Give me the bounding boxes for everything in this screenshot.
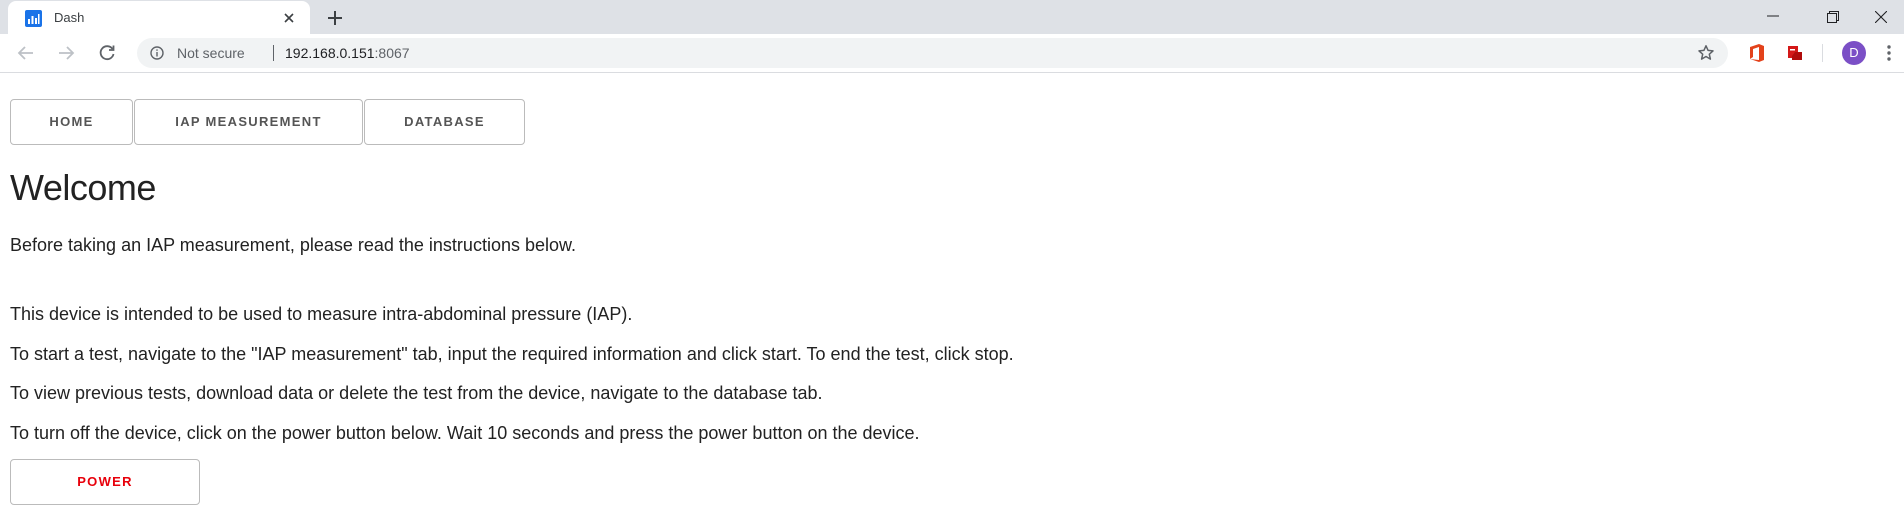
instruction-purpose: This device is intended to be used to me…	[10, 304, 633, 324]
forward-arrow-icon[interactable]	[56, 43, 76, 63]
page-title: Welcome	[10, 167, 156, 208]
pdf-extension-icon[interactable]	[1786, 44, 1804, 62]
browser-toolbar: Not secure 192.168.0.151:8067	[0, 34, 1904, 73]
tab-home[interactable]: HOME	[10, 99, 133, 145]
toolbar-divider	[1822, 44, 1823, 62]
url-text[interactable]: 192.168.0.151:8067	[285, 45, 410, 61]
info-icon[interactable]	[150, 46, 164, 60]
dash-chart-icon	[25, 10, 42, 27]
close-tab-icon[interactable]	[280, 9, 298, 27]
restore-icon[interactable]	[1810, 0, 1856, 34]
not-secure-label: Not secure	[177, 45, 245, 61]
page-content: HOME IAP MEASUREMENT DATABASE Welcome Be…	[0, 73, 1904, 532]
minimize-icon[interactable]	[1750, 0, 1796, 34]
tab-title: Dash	[54, 10, 85, 25]
omnibox-divider	[273, 45, 274, 61]
intro-text: Before taking an IAP measurement, please…	[10, 235, 576, 255]
instruction-power-off: To turn off the device, click on the pow…	[10, 423, 920, 443]
tab-database[interactable]: DATABASE	[364, 99, 525, 145]
bookmark-star-icon[interactable]	[1697, 44, 1715, 62]
instruction-database: To view previous tests, download data or…	[10, 383, 823, 403]
reload-icon[interactable]	[97, 43, 117, 63]
url-host: 192.168.0.151	[285, 45, 375, 61]
kebab-menu-icon[interactable]	[1886, 44, 1892, 62]
instruction-start-test: To start a test, navigate to the "IAP me…	[10, 344, 1014, 364]
window-close-icon[interactable]	[1858, 0, 1904, 34]
power-button[interactable]: POWER	[10, 459, 200, 505]
tab-iap-measurement[interactable]: IAP MEASUREMENT	[134, 99, 363, 145]
back-arrow-icon[interactable]	[16, 43, 36, 63]
browser-tab[interactable]: Dash	[8, 1, 310, 34]
browser-tab-strip: Dash	[0, 0, 1904, 34]
office-extension-icon[interactable]	[1748, 43, 1766, 63]
url-port: :8067	[374, 45, 410, 61]
profile-avatar[interactable]: D	[1842, 41, 1866, 65]
address-bar[interactable]: Not secure 192.168.0.151:8067	[137, 38, 1728, 68]
new-tab-icon[interactable]	[326, 9, 344, 27]
